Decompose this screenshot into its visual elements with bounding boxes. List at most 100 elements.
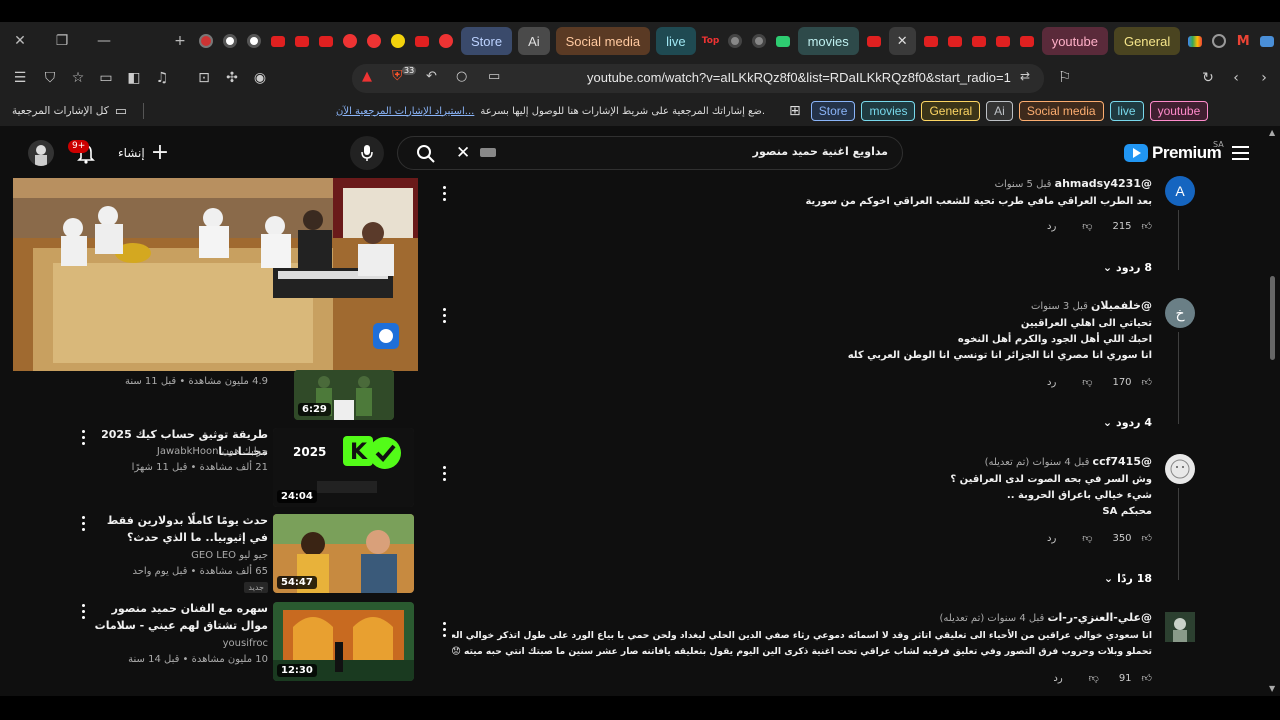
dislike-icon[interactable]: 👎︎	[1082, 220, 1092, 232]
comment-menu-icon[interactable]	[443, 466, 447, 484]
brave-rewards-icon[interactable]: ▲	[362, 69, 372, 84]
extensions-star-icon[interactable]: ☆	[64, 64, 92, 92]
tab-favicon-11[interactable]	[435, 30, 457, 52]
related-channel-4[interactable]: yousifroc	[68, 636, 268, 652]
screenshot-icon[interactable]: ⊡	[190, 64, 218, 92]
tab-group-movies[interactable]: movies	[797, 27, 859, 55]
bookmark-chip-youtube[interactable]: youtube	[1149, 101, 1209, 121]
related-video-2[interactable]: K 2025 24:04 طريقة توثيق حساب كيك 2025 مج…	[0, 426, 420, 508]
guide-menu-icon[interactable]	[1232, 146, 1249, 160]
more-actions-icon[interactable]	[82, 430, 86, 448]
comment-time[interactable]: قبل 3 سنوات	[1031, 301, 1088, 312]
tab-favicon-15[interactable]	[863, 30, 885, 52]
view-replies-button[interactable]: 8 ردود ⌄	[1103, 261, 1152, 274]
tab-favicon-9[interactable]	[387, 30, 409, 52]
comment-time[interactable]: قبل 4 سنوات (تم تعديله)	[985, 457, 1090, 468]
comment-menu-icon[interactable]	[443, 622, 447, 640]
bookmark-star-icon[interactable]: ⚐	[1058, 68, 1071, 86]
search-input[interactable]: مداويع اغنية حميد منصور	[753, 145, 888, 158]
menu-icon[interactable]: ☰	[6, 64, 34, 92]
related-channel-2[interactable]: جوابك هون JawabkHoon	[68, 444, 268, 460]
tab-group-general[interactable]: General	[1113, 27, 1181, 55]
tab-favicon-2[interactable]	[219, 30, 241, 52]
tab-favicon-17[interactable]	[944, 30, 966, 52]
cast-icon[interactable]: ▭	[488, 69, 500, 84]
tab-favicon-12[interactable]	[724, 30, 746, 52]
more-actions-icon[interactable]	[82, 516, 86, 534]
tab-favicon-5[interactable]	[291, 30, 313, 52]
bookmark-chip-social-media[interactable]: Social media	[1018, 101, 1104, 121]
restore-window-icon[interactable]: ❐	[48, 27, 76, 55]
music-icon[interactable]: ♫	[148, 64, 176, 92]
page-scrollbar[interactable]	[1270, 276, 1275, 360]
tab-group-store[interactable]: Store	[461, 27, 513, 55]
tab-favicon-20[interactable]	[1016, 30, 1038, 52]
related-title-3[interactable]: حدث يومًا كاملًا بدولارين فقط في إثيوبيا…	[88, 512, 268, 546]
puzzle-icon[interactable]: ✣	[218, 64, 246, 92]
bookmark-chip-general[interactable]: General	[921, 101, 981, 121]
keyboard-icon[interactable]	[480, 148, 496, 157]
related-title-4[interactable]: سهره مع الفنان حميد منصور موال تشتاق لهم…	[88, 600, 268, 634]
wallet-icon[interactable]: ▭	[92, 64, 120, 92]
tab-favicon-3[interactable]	[243, 30, 265, 52]
clear-search-icon[interactable]: ✕	[456, 143, 470, 163]
url-text[interactable]: youtube.com/watch?v=aILKkRQz8f0&list=RDa…	[587, 70, 1011, 85]
reply-button[interactable]: رد	[1047, 377, 1056, 388]
view-replies-button[interactable]: 4 ردود ⌄	[1103, 416, 1152, 429]
like-icon[interactable]: 👍︎	[1142, 532, 1152, 544]
site-settings-icon[interactable]: ⇄	[1020, 69, 1030, 83]
bookmark-chip-movies[interactable]: movies	[861, 101, 916, 121]
tab-favicon-19[interactable]	[992, 30, 1014, 52]
tab-group-youtube[interactable]: youtube	[1041, 27, 1108, 55]
reply-button[interactable]: رد	[1047, 221, 1056, 232]
comment-menu-icon[interactable]	[443, 186, 447, 204]
tab-favicon-23[interactable]	[1256, 30, 1278, 52]
tab-favicon-6[interactable]	[315, 30, 337, 52]
bookmark-chip-ai[interactable]: Ai	[986, 101, 1013, 121]
brave-shield-icon[interactable]: ⛨	[392, 68, 403, 84]
tab-favicon-16[interactable]	[920, 30, 942, 52]
reply-button[interactable]: رد	[1053, 673, 1062, 684]
comment-author[interactable]: @خلفميلان	[1091, 299, 1152, 312]
tab-favicon-8[interactable]	[363, 30, 385, 52]
like-icon[interactable]: 👍︎	[1142, 672, 1152, 684]
related-video-1[interactable]: 6:29 4.9 مليون مشاهدة • قبل 11 سنة	[0, 370, 420, 422]
address-bar[interactable]: ▲ ⛨ 33 ↶ ○ ▭ youtube.com/watch?v=aILKkRQ…	[352, 64, 1044, 93]
related-video-4[interactable]: 12:30 سهره مع الفنان حميد منصور موال تشت…	[0, 600, 420, 682]
minimize-window-icon[interactable]: —	[90, 27, 118, 55]
comment-time[interactable]: قبل 4 سنوات (تم تعديله)	[940, 613, 1045, 624]
tab-group-social-media[interactable]: Social media	[555, 27, 651, 55]
tab-group-live[interactable]: live	[656, 27, 696, 55]
bookmark-chip-store[interactable]: Store	[810, 101, 856, 121]
comment-time[interactable]: قبل 5 سنوات	[995, 179, 1052, 190]
tab-favicon-4[interactable]	[267, 30, 289, 52]
search-box[interactable]: ✕ مداويع اغنية حميد منصور	[397, 136, 903, 170]
like-icon[interactable]: 👍︎	[1142, 376, 1152, 388]
all-bookmarks-label[interactable]: كل الإشارات المرجعية	[12, 105, 109, 117]
search-lens-icon[interactable]: ○	[456, 69, 467, 84]
related-thumbnail-3[interactable]: 54:47	[273, 514, 414, 593]
share-icon[interactable]: ↶	[426, 69, 437, 84]
import-bookmarks-link[interactable]: استيراد الإشارات المرجعية الآن...	[336, 106, 474, 117]
comment-author[interactable]: @ahmadsy4231	[1055, 177, 1152, 190]
sidebar-icon[interactable]: ◧	[120, 64, 148, 92]
tab-favicon-top[interactable]: Top	[700, 30, 722, 52]
dislike-icon[interactable]: 👎︎	[1089, 672, 1099, 684]
more-actions-icon[interactable]	[82, 604, 86, 622]
youtube-premium-logo[interactable]: Premium	[1124, 143, 1222, 163]
voice-search-button[interactable]	[350, 136, 384, 170]
scroll-up-arrow-icon[interactable]: ▲	[1269, 128, 1275, 137]
comment-menu-icon[interactable]	[443, 308, 447, 326]
tab-favicon-7[interactable]	[339, 30, 361, 52]
commenter-avatar[interactable]: A	[1165, 176, 1195, 206]
folder-icon[interactable]: ▭	[115, 104, 127, 119]
tab-favicon-22[interactable]	[1208, 30, 1230, 52]
new-tab-icon[interactable]: +	[166, 27, 194, 55]
close-window-icon[interactable]: ✕	[6, 27, 34, 55]
apps-grid-icon[interactable]: ⊞	[789, 103, 801, 119]
video-player[interactable]	[13, 178, 418, 371]
scroll-down-arrow-icon[interactable]: ▼	[1269, 684, 1275, 693]
view-replies-button[interactable]: 18 ردًا ⌄	[1104, 572, 1152, 585]
forward-icon[interactable]: ›	[1250, 64, 1278, 92]
search-icon[interactable]	[416, 144, 436, 164]
